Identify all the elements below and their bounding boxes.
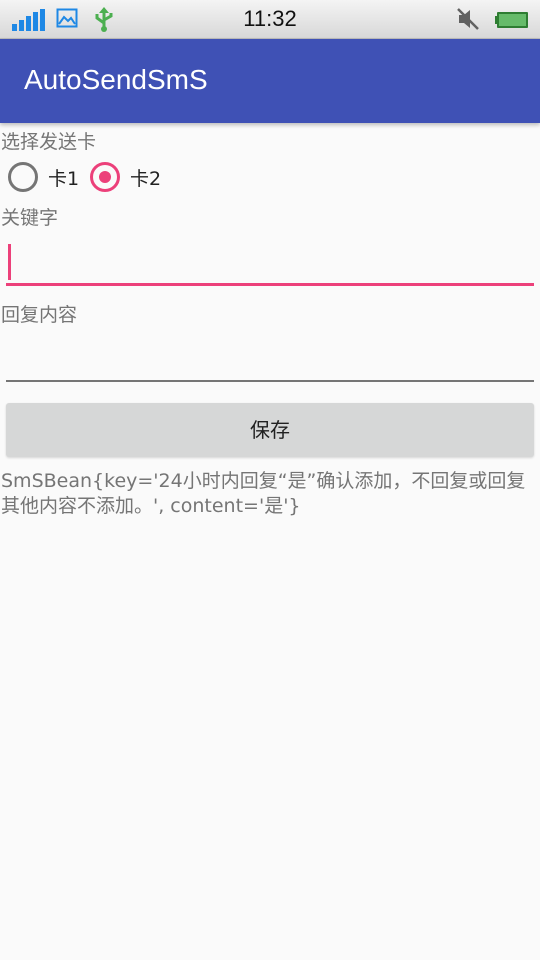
keyword-input[interactable] [6, 240, 534, 286]
app-bar: AutoSendSmS [0, 39, 540, 123]
card1-label: 卡1 [48, 168, 80, 190]
card2-label: 卡2 [130, 168, 162, 190]
radio-dot [99, 171, 111, 183]
keyword-label: 关键字 [1, 207, 59, 229]
battery-icon [495, 12, 528, 28]
mute-icon [457, 8, 479, 30]
radio-unchecked-icon [8, 162, 38, 192]
result-text: SmSBean{key='24小时内回复“是”确认添加，不回复或回复其他内容不添… [1, 470, 526, 517]
status-bar: 11:32 [0, 0, 540, 39]
select-card-label: 选择发送卡 [1, 131, 97, 153]
reply-input[interactable] [6, 336, 534, 382]
save-button[interactable]: 保存 [6, 403, 534, 457]
reply-label: 回复内容 [1, 304, 78, 326]
app-title: AutoSendSmS [24, 64, 208, 95]
radio-checked-icon [90, 162, 120, 192]
text-cursor [8, 244, 11, 280]
